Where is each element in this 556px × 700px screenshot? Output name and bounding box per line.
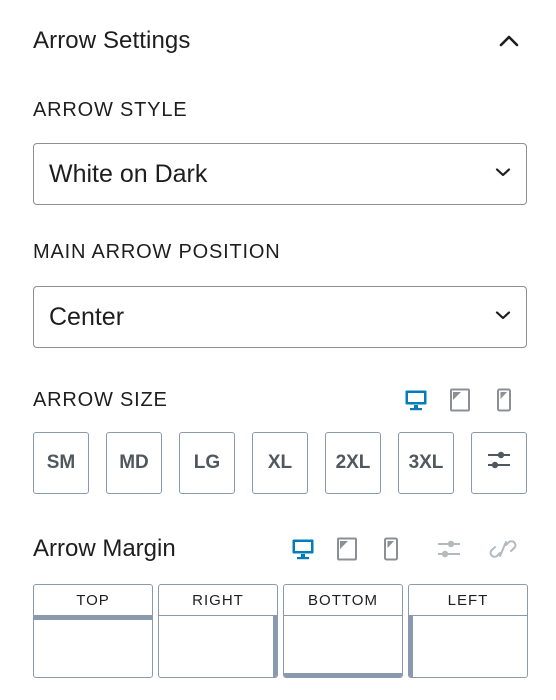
arrow-margin-inputs: TOP RIGHT BOTTOM LEFT: [33, 584, 528, 678]
size-3xl-button[interactable]: 3XL: [398, 432, 454, 494]
margin-bottom-input[interactable]: [284, 616, 402, 677]
mobile-icon[interactable]: [377, 535, 405, 563]
arrow-settings-panel-toggle[interactable]: Arrow Settings: [33, 24, 523, 58]
chevron-down-icon: [494, 163, 512, 186]
arrow-position-label: MAIN ARROW POSITION: [33, 241, 281, 263]
margin-right-input[interactable]: [159, 616, 277, 677]
arrow-margin-label: Arrow Margin: [33, 535, 176, 562]
arrow-style-select[interactable]: White on Dark: [33, 143, 527, 205]
margin-top-input[interactable]: [34, 616, 152, 677]
desktop-icon[interactable]: [402, 386, 430, 414]
margin-right-cell: RIGHT: [158, 584, 278, 678]
arrow-size-device-switcher: [402, 386, 518, 414]
size-sm-button[interactable]: SM: [33, 432, 89, 494]
size-xl-button[interactable]: XL: [252, 432, 308, 494]
arrow-size-label: ARROW SIZE: [33, 389, 168, 411]
tablet-icon[interactable]: [333, 535, 361, 563]
arrow-position-value: Center: [49, 302, 125, 331]
chevron-down-icon: [494, 306, 512, 329]
arrow-style-value: White on Dark: [49, 159, 208, 188]
mobile-icon[interactable]: [490, 386, 518, 414]
arrow-margin-controls: [289, 535, 517, 563]
size-md-button[interactable]: MD: [106, 432, 162, 494]
margin-bottom-cell: BOTTOM: [283, 584, 403, 678]
tablet-icon[interactable]: [446, 386, 474, 414]
panel-title: Arrow Settings: [33, 27, 191, 54]
desktop-icon[interactable]: [289, 535, 317, 563]
arrow-position-select[interactable]: Center: [33, 286, 527, 348]
custom-size-button[interactable]: [471, 432, 527, 494]
chevron-up-icon[interactable]: [495, 27, 523, 55]
margin-left-label: LEFT: [409, 585, 527, 616]
arrow-size-buttons: SM MD LG XL 2XL 3XL: [33, 432, 527, 494]
size-2xl-button[interactable]: 2XL: [325, 432, 381, 494]
margin-left-input[interactable]: [409, 616, 527, 677]
margin-top-label: TOP: [34, 585, 152, 616]
sliders-icon[interactable]: [435, 535, 463, 563]
margin-left-cell: LEFT: [408, 584, 528, 678]
arrow-style-label: ARROW STYLE: [33, 99, 188, 121]
sliders-icon: [486, 448, 512, 478]
margin-top-cell: TOP: [33, 584, 153, 678]
margin-right-label: RIGHT: [159, 585, 277, 616]
margin-bottom-label: BOTTOM: [284, 585, 402, 616]
link-icon[interactable]: [489, 535, 517, 563]
size-lg-button[interactable]: LG: [179, 432, 235, 494]
